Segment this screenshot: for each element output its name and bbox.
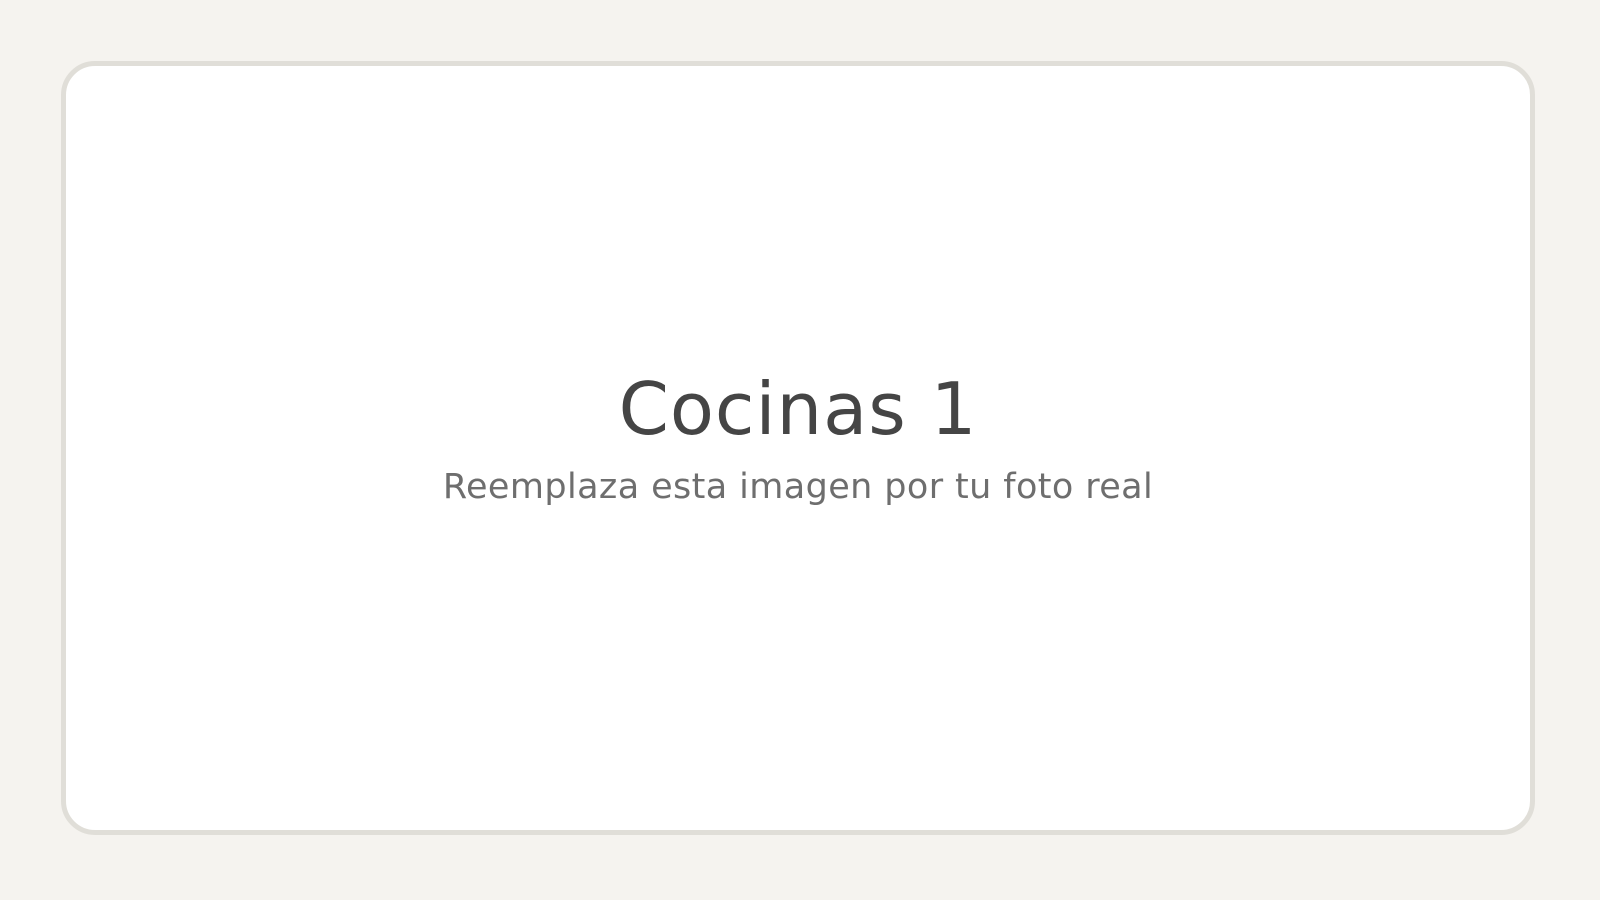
placeholder-subtitle: Reemplaza esta imagen por tu foto real <box>442 467 1154 507</box>
image-placeholder-card: Cocinas 1 Reemplaza esta imagen por tu f… <box>61 61 1535 835</box>
placeholder-title: Cocinas 1 <box>618 367 978 451</box>
placeholder-content: Cocinas 1 Reemplaza esta imagen por tu f… <box>66 66 1530 830</box>
